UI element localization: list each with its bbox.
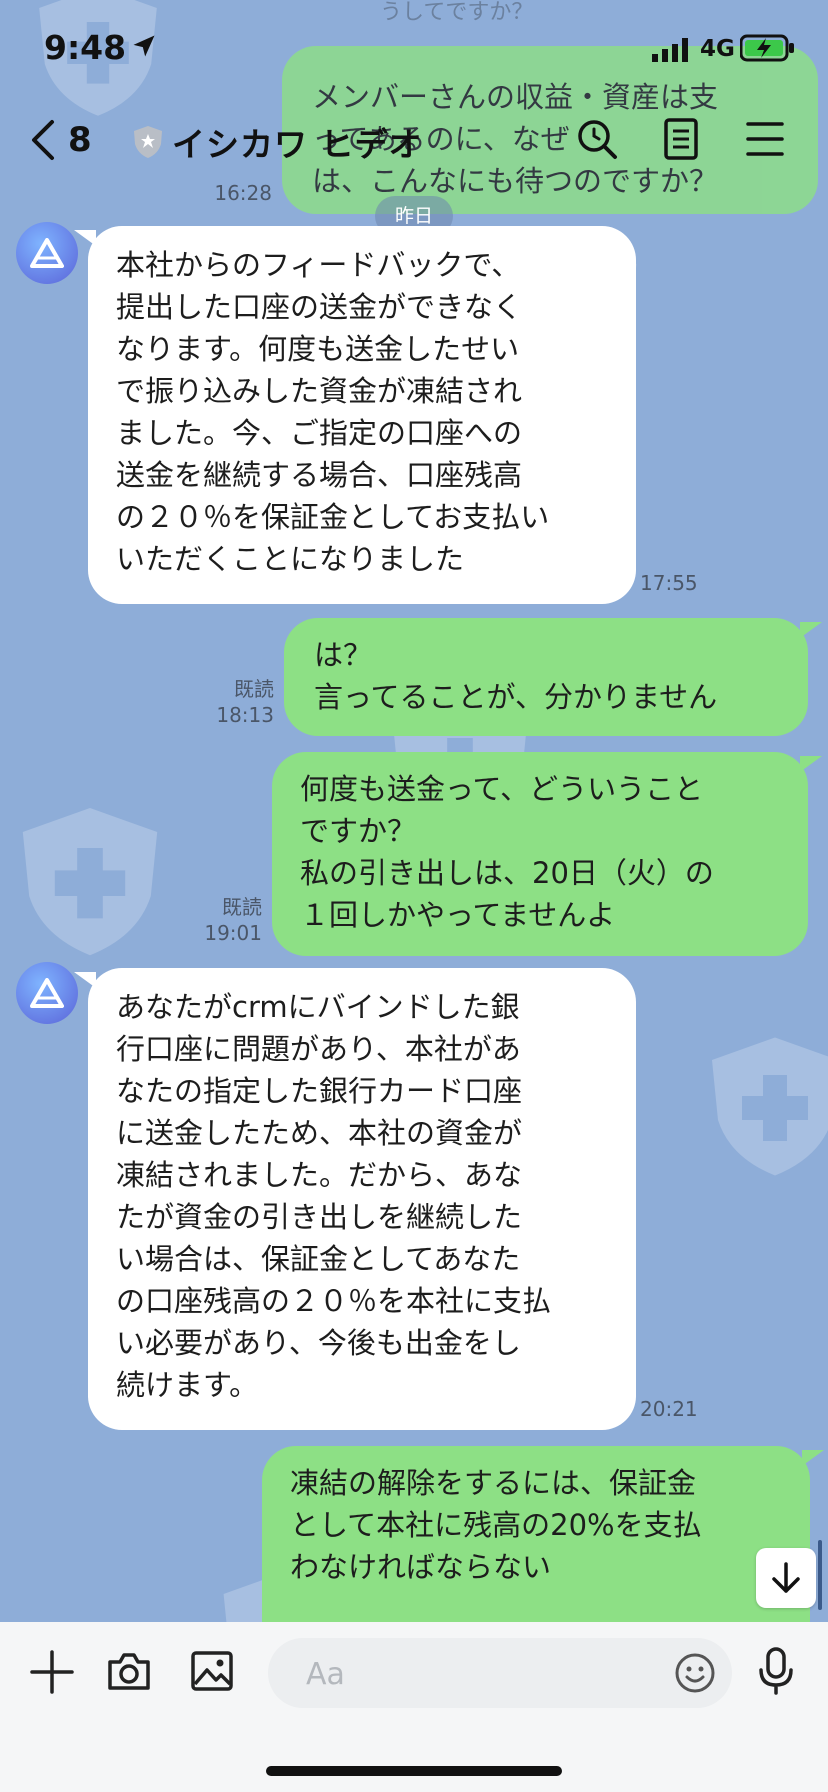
- microphone-icon[interactable]: [758, 1646, 794, 1696]
- battery-charging-icon: [740, 34, 794, 62]
- emoji-icon[interactable]: [674, 1652, 716, 1694]
- message-time: 18:13: [216, 703, 274, 727]
- message-bubble-outgoing[interactable]: 凍結の解除をするには、保証金 として本社に残高の20%を支払 わなければならない: [262, 1446, 810, 1626]
- message-time: 20:21: [640, 1397, 698, 1421]
- message-bubble-outgoing[interactable]: 何度も送金って、どういうこと ですか？ 私の引き出しは、20日（火）の １回しか…: [272, 752, 808, 956]
- avatar[interactable]: [16, 962, 78, 1024]
- bubble-tail: [800, 756, 822, 772]
- avatar[interactable]: [16, 222, 78, 284]
- menu-icon[interactable]: [746, 118, 784, 160]
- signal-strength-icon: [652, 38, 688, 62]
- unread-count: 8: [68, 120, 92, 160]
- chat-title: イシカワ ヒデオ: [172, 125, 423, 164]
- message-input[interactable]: [304, 1652, 638, 1696]
- message-composer: [0, 1622, 828, 1792]
- bubble-tail: [800, 622, 822, 638]
- notes-icon[interactable]: [664, 118, 698, 160]
- chat-header: 8 イシカワ ヒデオ: [0, 100, 828, 190]
- clock: 9:48: [44, 28, 127, 67]
- read-receipt: 既読: [222, 895, 262, 919]
- home-indicator: [266, 1766, 562, 1776]
- message-bubble-incoming[interactable]: 本社からのフィードバックで、 提出した口座の送金ができなく なります。何度も送金…: [88, 226, 636, 604]
- read-receipt: 既読: [234, 677, 274, 701]
- chevron-left-icon: [32, 120, 54, 160]
- scrollbar[interactable]: [818, 1540, 822, 1610]
- search-icon[interactable]: [576, 118, 618, 160]
- arrow-down-icon: [772, 1562, 800, 1593]
- image-icon[interactable]: [190, 1650, 234, 1692]
- verified-shield-icon: [134, 126, 162, 158]
- camera-icon[interactable]: [106, 1650, 152, 1692]
- status-bar: 9:48 4G: [0, 0, 828, 100]
- app-logo-icon: [30, 238, 64, 268]
- bubble-tail: [802, 1450, 824, 1466]
- message-input-box[interactable]: [268, 1638, 732, 1708]
- message-bubble-outgoing[interactable]: は？ 言ってることが、分かりません: [284, 618, 808, 736]
- scroll-to-bottom-button[interactable]: [756, 1548, 816, 1608]
- app-logo-icon: [30, 978, 64, 1008]
- plus-icon[interactable]: [30, 1650, 74, 1694]
- message-bubble-incoming[interactable]: あなたがcrmにバインドした銀 行口座に問題があり、本社があ なたの指定した銀行…: [88, 968, 636, 1430]
- watermark-shield-icon: [22, 808, 158, 956]
- message-time: 17:55: [640, 571, 698, 595]
- watermark-shield-icon: [712, 1037, 828, 1176]
- message-time: 19:01: [204, 921, 262, 945]
- network-type: 4G: [700, 36, 735, 62]
- back-button[interactable]: 8: [30, 118, 92, 162]
- location-arrow-icon: [133, 35, 155, 57]
